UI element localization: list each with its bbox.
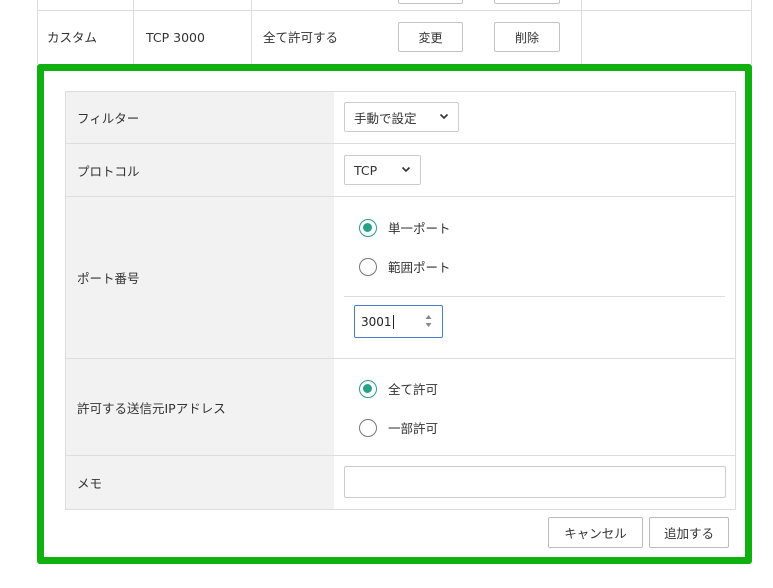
spinner-icon[interactable] [425,314,432,328]
filter-select-value: 手動で設定 [354,110,417,126]
add-rule-form: フィルター 手動で設定 プロトコル TCP ポート番号 単一ポート 範囲ポート … [65,91,736,510]
port-range-radio-option[interactable]: 範囲ポート [359,257,451,276]
chevron-down-icon [439,113,449,120]
source-ip-all-radio[interactable] [359,379,377,398]
source-ip-all-radio-option[interactable]: 全て許可 [359,379,438,398]
rules-table: カスタム TCP 3000 全て許可する 変更 削除 [37,0,752,64]
rule-name-cell: カスタム [47,30,98,45]
protocol-value-cell: TCP [334,144,735,196]
memo-input[interactable] [344,466,726,498]
port-label: ポート番号 [66,197,334,358]
port-range-radio[interactable] [359,257,377,276]
port-single-label: 単一ポート [388,221,451,236]
port-value-cell: 単一ポート 範囲ポート 3001 [334,197,735,358]
source-ip-partial-radio-option[interactable]: 一部許可 [359,418,438,437]
source-ip-label: 許可する送信元IPアドレス [66,359,334,455]
delete-button[interactable]: 削除 [494,22,560,52]
edit-button[interactable]: 変更 [398,22,463,52]
port-row: ポート番号 単一ポート 範囲ポート 3001 [66,197,735,359]
protocol-row: プロトコル TCP [66,144,735,197]
source-ip-partial-radio[interactable] [359,418,377,437]
chevron-down-icon [401,166,411,173]
port-range-label: 範囲ポート [388,260,451,275]
text-caret [392,314,394,329]
protocol-select[interactable]: TCP [344,155,421,185]
source-ip-all-label: 全て許可 [388,382,439,397]
filter-row: フィルター 手動で設定 [66,92,735,144]
port-divider [344,296,725,297]
protocol-select-value: TCP [354,162,378,178]
row-divider [37,10,752,11]
port-number-value: 3001 [361,314,392,329]
source-ip-row: 許可する送信元IPアドレス 全て許可 一部許可 [66,359,735,456]
port-single-radio-option[interactable]: 単一ポート [359,218,451,237]
add-rule-panel: フィルター 手動で設定 プロトコル TCP ポート番号 単一ポート 範囲ポート … [37,64,752,564]
cancel-button[interactable]: キャンセル [548,517,643,548]
delete-button-previous-row[interactable] [494,0,560,4]
memo-label: メモ [66,456,334,509]
edit-button-previous-row[interactable] [398,0,463,4]
memo-value-cell [334,456,735,509]
filter-value-cell: 手動で設定 [334,92,735,143]
memo-row: メモ [66,456,735,509]
source-ip-value-cell: 全て許可 一部許可 [334,359,735,455]
port-single-radio[interactable] [359,218,377,237]
add-button[interactable]: 追加する [649,517,729,548]
protocol-label: プロトコル [66,144,334,196]
rule-port-cell: TCP 3000 [146,30,205,45]
source-ip-partial-label: 一部許可 [388,421,439,436]
filter-label: フィルター [66,92,334,143]
rule-permission-cell: 全て許可する [263,30,339,45]
filter-select[interactable]: 手動で設定 [344,102,459,132]
port-number-input[interactable]: 3001 [354,305,443,338]
